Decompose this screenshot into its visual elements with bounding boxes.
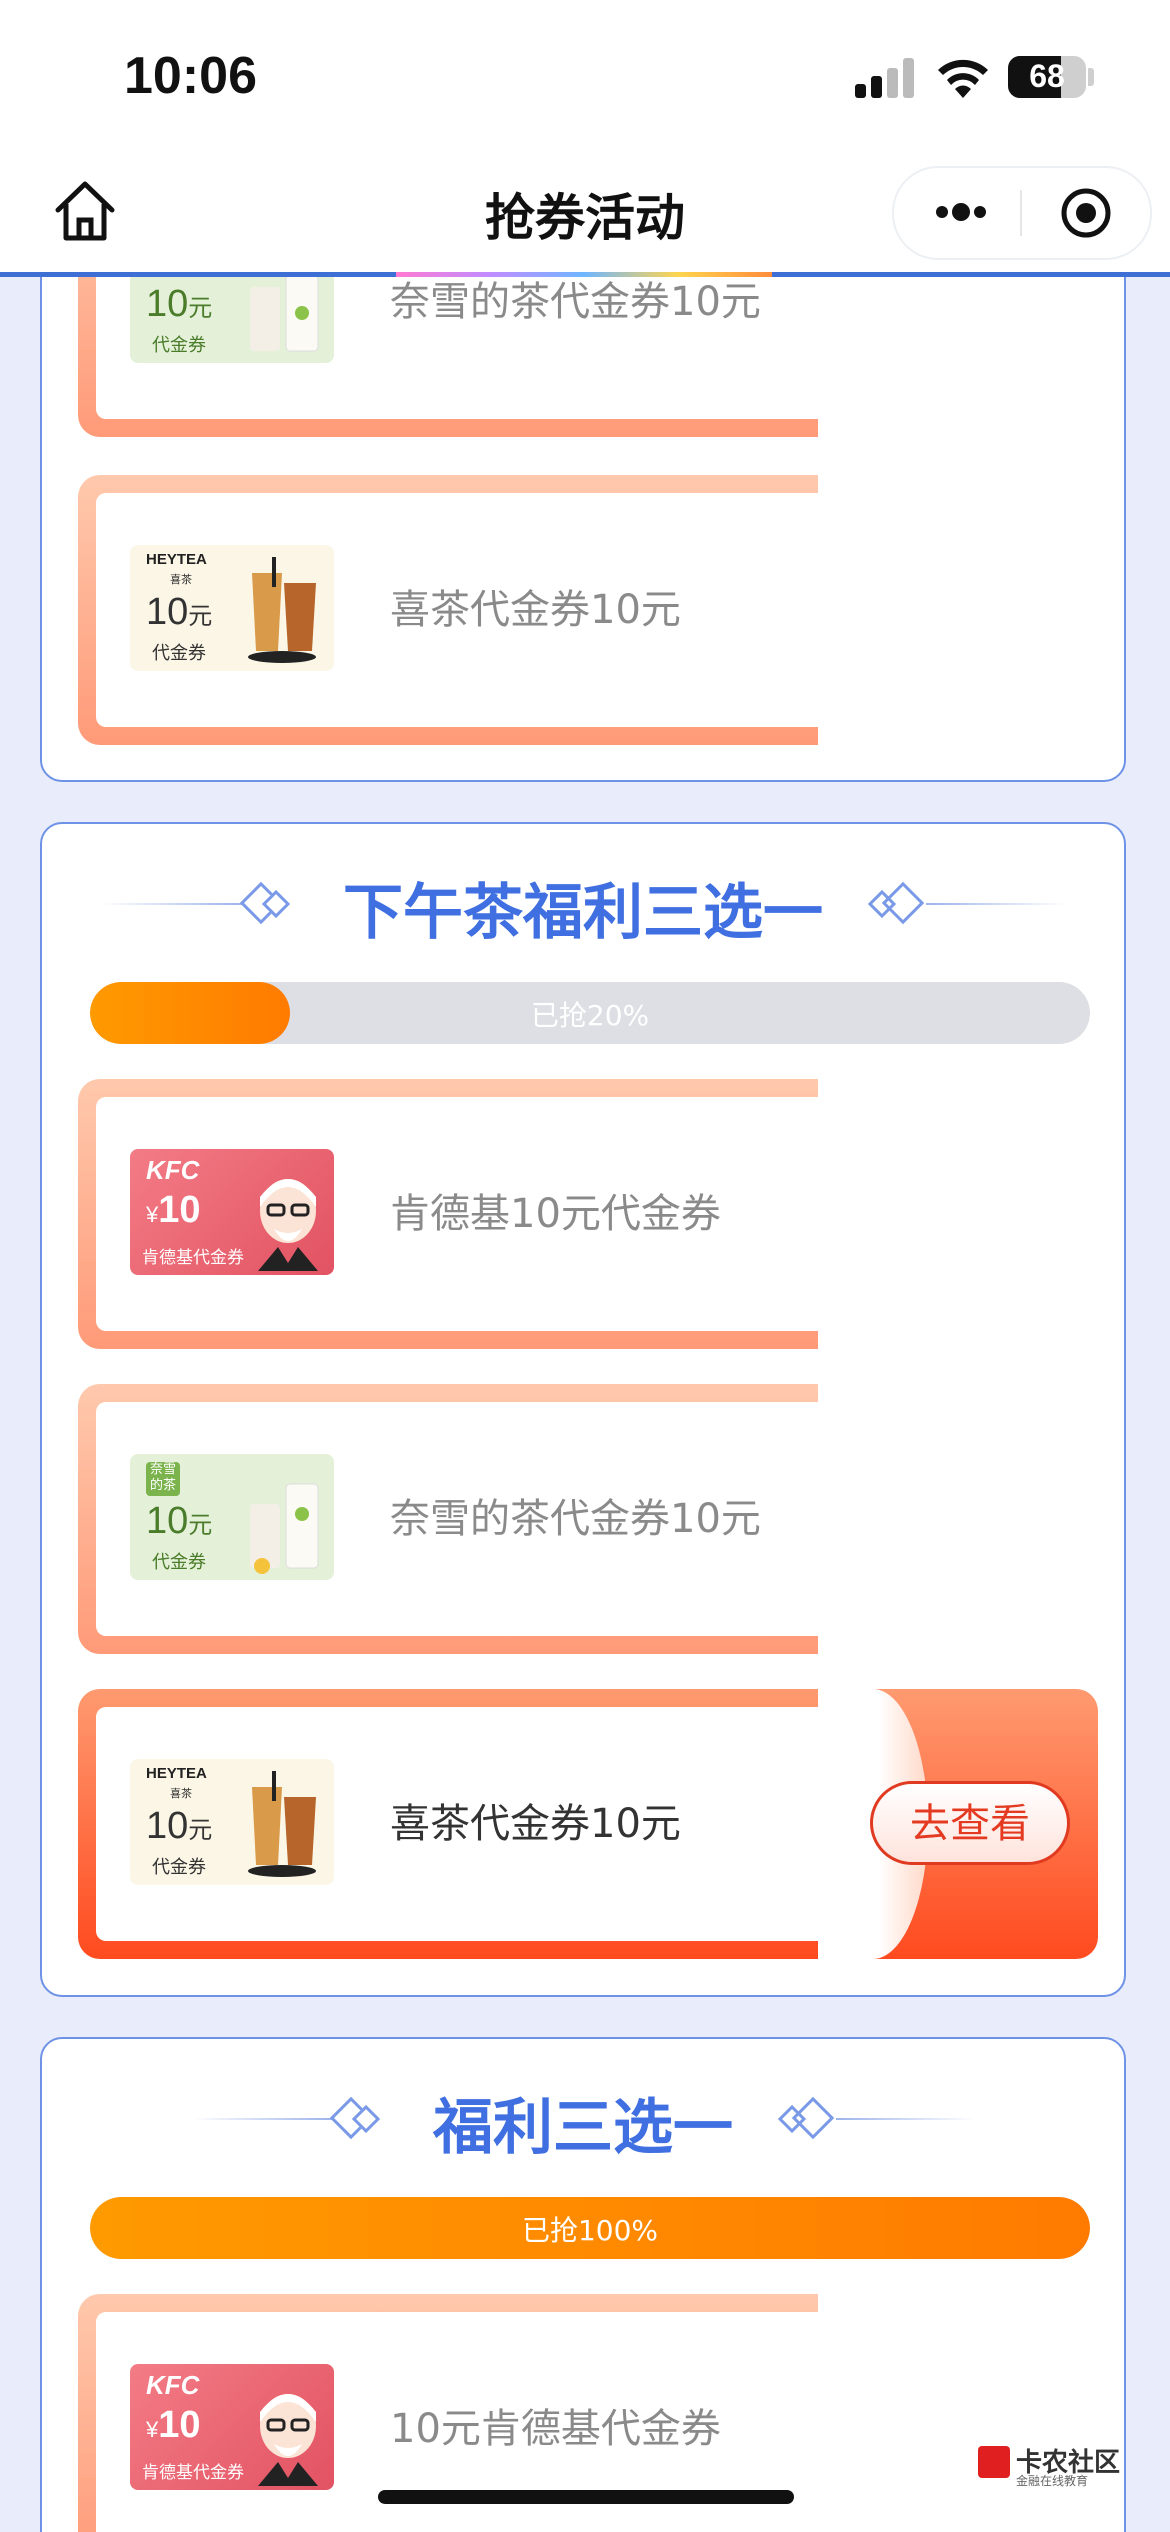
battery-tip bbox=[1088, 68, 1094, 86]
nav-bar: 抢券活动 bbox=[0, 150, 1170, 274]
coupon-amount: ¥10 bbox=[146, 1189, 201, 1232]
watermark-subtitle: 金融在线教育 bbox=[1016, 2474, 1089, 2488]
watermark: 卡农社区 金融在线教育 bbox=[974, 2440, 1154, 2490]
status-time: 10:06 bbox=[124, 47, 257, 105]
naixue-coupon-image: 奈雪的茶 10元 代金券 bbox=[130, 1454, 334, 1580]
status-bar: 10:06 68 bbox=[0, 0, 1170, 150]
coupon-status: 已抢完 bbox=[858, 475, 1098, 745]
heytea-logo-sub: 喜茶 bbox=[170, 573, 192, 586]
coupon-label: 代金券 bbox=[152, 1552, 206, 1573]
currency-symbol: ¥ bbox=[146, 1202, 159, 1227]
coupon-label: 代金券 bbox=[152, 643, 206, 664]
coupon-status: 已抢完 bbox=[858, 277, 1098, 437]
status-line-2: 次数上限 bbox=[893, 1523, 1062, 1572]
status-line-1: 已达到抢券 bbox=[872, 1160, 1083, 1209]
currency-symbol: ¥ bbox=[146, 2417, 159, 2442]
scroll-content[interactable]: 10元 代金券 奈雪的茶代金券10元 已抢完 HEYTEA 喜茶 10元 代金券… bbox=[0, 277, 1170, 2532]
coupon-amount: 10元 bbox=[146, 591, 212, 634]
amount-value: 10 bbox=[146, 283, 189, 325]
progress-text: 已抢100% bbox=[521, 2214, 659, 2247]
cellular-signal-icon bbox=[855, 58, 917, 98]
title-decoration-right bbox=[866, 881, 1066, 925]
drink-cup-icon bbox=[250, 1483, 319, 1574]
coupon-amount: 10元 bbox=[146, 1805, 212, 1848]
progress-bar: 已抢100% bbox=[90, 2197, 1090, 2259]
progress-text: 已抢20% bbox=[530, 999, 650, 1032]
amount-unit: 元 bbox=[188, 1817, 213, 1844]
kfc-logo-text: KFC bbox=[146, 1155, 200, 1185]
home-indicator[interactable] bbox=[378, 2490, 794, 2504]
kfc-coupon-image: KFC ¥10 肯德基代金券 bbox=[130, 2364, 334, 2490]
coupon-name: 喜茶代金券10元 bbox=[390, 587, 681, 633]
heytea-logo-text: HEYTEA bbox=[146, 1765, 207, 1782]
naixue-coupon-image: 10元 代金券 bbox=[130, 277, 334, 363]
battery-icon: 68 bbox=[1008, 56, 1086, 98]
amount-value: 10 bbox=[146, 1500, 189, 1542]
amount-unit: 元 bbox=[188, 295, 213, 322]
amount-value: 10 bbox=[146, 591, 189, 633]
close-miniapp-icon[interactable] bbox=[1060, 187, 1112, 239]
kfc-logo-text: KFC bbox=[146, 2370, 200, 2400]
coupon-label: 代金券 bbox=[152, 1857, 206, 1878]
coupon-name: 喜茶代金券10元 bbox=[390, 1801, 681, 1847]
coupon-label: 肯德基代金券 bbox=[142, 1248, 244, 1268]
coupon-item[interactable]: 10元 代金券 奈雪的茶代金券10元 已抢完 bbox=[78, 277, 1098, 437]
progress-bar: 已抢20% bbox=[90, 982, 1090, 1044]
more-icon[interactable] bbox=[932, 186, 990, 238]
heytea-coupon-image: HEYTEA 喜茶 10元 代金券 bbox=[130, 1759, 334, 1885]
drink-cup-icon bbox=[248, 1771, 316, 1877]
coupon-label: 代金券 bbox=[152, 335, 206, 356]
coupon-amount: 10元 bbox=[146, 1500, 212, 1543]
coupon-item[interactable]: HEYTEA 喜茶 10元 代金券 喜茶代金券10元 已抢完 bbox=[78, 475, 1098, 745]
title-decoration-right bbox=[776, 2096, 976, 2140]
amount-unit: 元 bbox=[188, 1512, 213, 1539]
coupon-status: 已达到抢券次数上限 bbox=[858, 2294, 1098, 2532]
wifi-icon bbox=[938, 59, 988, 98]
coupon-item-heytea[interactable]: HEYTEA 喜茶 10元 代金券 喜茶代金券10元 去查看 bbox=[78, 1689, 1098, 1959]
coupon-name: 奈雪的茶代金券10元 bbox=[390, 1496, 761, 1542]
coupon-amount: 10元 bbox=[146, 283, 212, 326]
heytea-coupon-image: HEYTEA 喜茶 10元 代金券 bbox=[130, 545, 334, 671]
battery-level: 68 bbox=[1029, 58, 1065, 94]
amount-unit: 元 bbox=[188, 603, 213, 630]
capsule-divider bbox=[1020, 190, 1022, 236]
view-coupon-button[interactable]: 去查看 bbox=[870, 1781, 1070, 1865]
coupon-item-naixue[interactable]: 奈雪的茶 10元 代金券 奈雪的茶代金券10元 已达到抢券 次数上限 bbox=[78, 1384, 1098, 1654]
drink-cup-icon bbox=[248, 557, 316, 663]
heytea-logo-sub: 喜茶 bbox=[170, 1787, 192, 1800]
status-line-1: 已达到抢券 bbox=[872, 2375, 1083, 2424]
kfc-coupon-image: KFC ¥10 肯德基代金券 bbox=[130, 1149, 334, 1275]
amount-value: 10 bbox=[158, 2404, 201, 2446]
coupon-amount: ¥10 bbox=[146, 2404, 201, 2447]
colonel-portrait-icon bbox=[258, 2394, 318, 2486]
naixue-logo: 奈雪的茶 bbox=[146, 1462, 180, 1496]
coupon-name: 奈雪的茶代金券10元 bbox=[390, 279, 761, 325]
colonel-portrait-icon bbox=[258, 1179, 318, 1271]
coupon-name: 肯德基10元代金券 bbox=[390, 1191, 721, 1237]
coupon-status: 已达到抢券次数上限 bbox=[858, 1079, 1098, 1349]
amount-value: 10 bbox=[158, 1189, 201, 1231]
coupon-item-kfc[interactable]: KFC ¥10 肯德基代金券 肯德基10元代金券 已达到抢券次数上限 bbox=[78, 1079, 1098, 1349]
coupon-status: 已达到抢券次数上限 bbox=[858, 1384, 1098, 1654]
status-line-1: 已达到抢券 bbox=[872, 1465, 1083, 1514]
status-line-2: 次数上限 bbox=[893, 1218, 1062, 1267]
amount-value: 10 bbox=[146, 1805, 189, 1847]
miniapp-capsule bbox=[892, 166, 1152, 260]
coupon-label: 肯德基代金券 bbox=[142, 2463, 244, 2483]
watermark-logo-icon bbox=[978, 2446, 1010, 2478]
heytea-logo-text: HEYTEA bbox=[146, 551, 207, 568]
drink-cup-icon bbox=[250, 277, 319, 352]
